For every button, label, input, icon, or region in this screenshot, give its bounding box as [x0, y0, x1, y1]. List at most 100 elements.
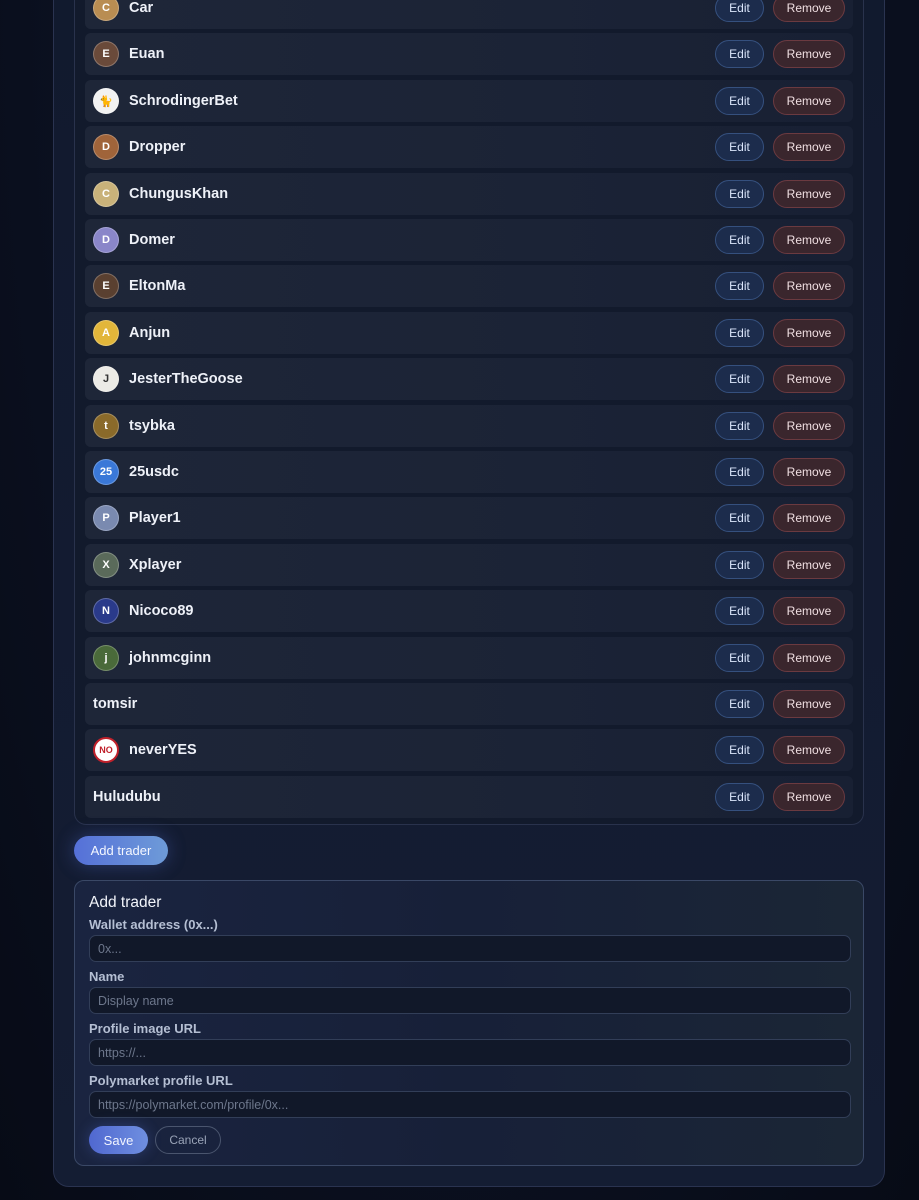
trader-name: Xplayer [129, 557, 182, 573]
save-button[interactable]: Save [89, 1126, 148, 1154]
edit-button[interactable]: Edit [715, 551, 764, 579]
remove-button[interactable]: Remove [773, 272, 845, 300]
cancel-button[interactable]: Cancel [155, 1126, 221, 1154]
trader-avatar: t [93, 413, 119, 439]
trader-row: tomsir Edit Remove [85, 683, 853, 725]
remove-button[interactable]: Remove [773, 644, 845, 672]
edit-button[interactable]: Edit [715, 690, 764, 718]
trader-avatar: j [93, 645, 119, 671]
trader-avatar: D [93, 227, 119, 253]
remove-button[interactable]: Remove [773, 783, 845, 811]
form-title: Add trader [89, 894, 162, 911]
trader-row: E Euan Edit Remove [85, 33, 853, 75]
trader-name: Dropper [129, 139, 186, 155]
trader-row: Huludubu Edit Remove [85, 776, 853, 818]
edit-button[interactable]: Edit [715, 226, 764, 254]
edit-button[interactable]: Edit [715, 597, 764, 625]
remove-button[interactable]: Remove [773, 690, 845, 718]
trader-name: neverYES [129, 742, 197, 758]
trader-row: 25 25usdc Edit Remove [85, 451, 853, 493]
trader-row: 🐈 SchrodingerBet Edit Remove [85, 80, 853, 122]
edit-button[interactable]: Edit [715, 87, 764, 115]
trader-name: Domer [129, 232, 175, 248]
trader-avatar: J [93, 366, 119, 392]
trader-row: E EltonMa Edit Remove [85, 265, 853, 307]
trader-avatar: X [93, 552, 119, 578]
remove-button[interactable]: Remove [773, 458, 845, 486]
trader-name: Anjun [129, 325, 171, 341]
trader-name: ChungusKhan [129, 186, 229, 202]
edit-button[interactable]: Edit [715, 644, 764, 672]
trader-row: t tsybka Edit Remove [85, 405, 853, 447]
remove-button[interactable]: Remove [773, 504, 845, 532]
trader-name: 25usdc [129, 464, 179, 480]
trader-row: P Player1 Edit Remove [85, 497, 853, 539]
edit-button[interactable]: Edit [715, 40, 764, 68]
edit-button[interactable]: Edit [715, 365, 764, 393]
wallet-address-input[interactable] [89, 935, 851, 962]
trader-name: johnmcginn [129, 650, 212, 666]
edit-button[interactable]: Edit [715, 504, 764, 532]
remove-button[interactable]: Remove [773, 180, 845, 208]
trader-avatar: E [93, 273, 119, 299]
trader-avatar: 🐈 [93, 88, 119, 114]
remove-button[interactable]: Remove [773, 40, 845, 68]
trader-name: Euan [129, 46, 165, 62]
trader-row: C Car Edit Remove [85, 0, 853, 29]
trader-name: Huludubu [93, 789, 161, 805]
trader-avatar: D [93, 134, 119, 160]
remove-button[interactable]: Remove [773, 551, 845, 579]
edit-button[interactable]: Edit [715, 0, 764, 22]
trader-name: EltonMa [129, 278, 186, 294]
edit-button[interactable]: Edit [715, 133, 764, 161]
trader-avatar: P [93, 505, 119, 531]
remove-button[interactable]: Remove [773, 87, 845, 115]
trader-row: A Anjun Edit Remove [85, 312, 853, 354]
trader-name: Nicoco89 [129, 603, 194, 619]
trader-name: Player1 [129, 510, 181, 526]
trader-row: NO neverYES Edit Remove [85, 729, 853, 771]
add-trader-form: Add trader Wallet address (0x...) Name P… [74, 880, 864, 1166]
edit-button[interactable]: Edit [715, 180, 764, 208]
trader-row: N Nicoco89 Edit Remove [85, 590, 853, 632]
trader-avatar: A [93, 320, 119, 346]
wallet-address-label: Wallet address (0x...) [89, 917, 218, 932]
polymarket-url-label: Polymarket profile URL [89, 1073, 233, 1088]
remove-button[interactable]: Remove [773, 133, 845, 161]
profile-image-url-input[interactable] [89, 1039, 851, 1066]
remove-button[interactable]: Remove [773, 319, 845, 347]
edit-button[interactable]: Edit [715, 736, 764, 764]
trader-name: tomsir [93, 696, 138, 712]
remove-button[interactable]: Remove [773, 226, 845, 254]
profile-image-url-label: Profile image URL [89, 1021, 201, 1036]
trader-avatar: 25 [93, 459, 119, 485]
trader-name: tsybka [129, 418, 175, 434]
trader-avatar: E [93, 41, 119, 67]
edit-button[interactable]: Edit [715, 783, 764, 811]
trader-name: SchrodingerBet [129, 93, 238, 109]
polymarket-url-input[interactable] [89, 1091, 851, 1118]
trader-row: X Xplayer Edit Remove [85, 544, 853, 586]
edit-button[interactable]: Edit [715, 412, 764, 440]
edit-button[interactable]: Edit [715, 319, 764, 347]
trader-name: Car [129, 0, 154, 16]
name-label: Name [89, 969, 125, 984]
trader-name: JesterTheGoose [129, 371, 243, 387]
remove-button[interactable]: Remove [773, 0, 845, 22]
edit-button[interactable]: Edit [715, 458, 764, 486]
trader-row: D Dropper Edit Remove [85, 126, 853, 168]
trader-avatar: N [93, 598, 119, 624]
trader-avatar: C [93, 0, 119, 21]
trader-avatar: C [93, 181, 119, 207]
edit-button[interactable]: Edit [715, 272, 764, 300]
add-trader-button[interactable]: Add trader [74, 836, 168, 865]
name-input[interactable] [89, 987, 851, 1014]
trader-row: j johnmcginn Edit Remove [85, 637, 853, 679]
trader-avatar: NO [93, 737, 119, 763]
trader-row: J JesterTheGoose Edit Remove [85, 358, 853, 400]
remove-button[interactable]: Remove [773, 597, 845, 625]
remove-button[interactable]: Remove [773, 412, 845, 440]
remove-button[interactable]: Remove [773, 736, 845, 764]
trader-row: D Domer Edit Remove [85, 219, 853, 261]
remove-button[interactable]: Remove [773, 365, 845, 393]
